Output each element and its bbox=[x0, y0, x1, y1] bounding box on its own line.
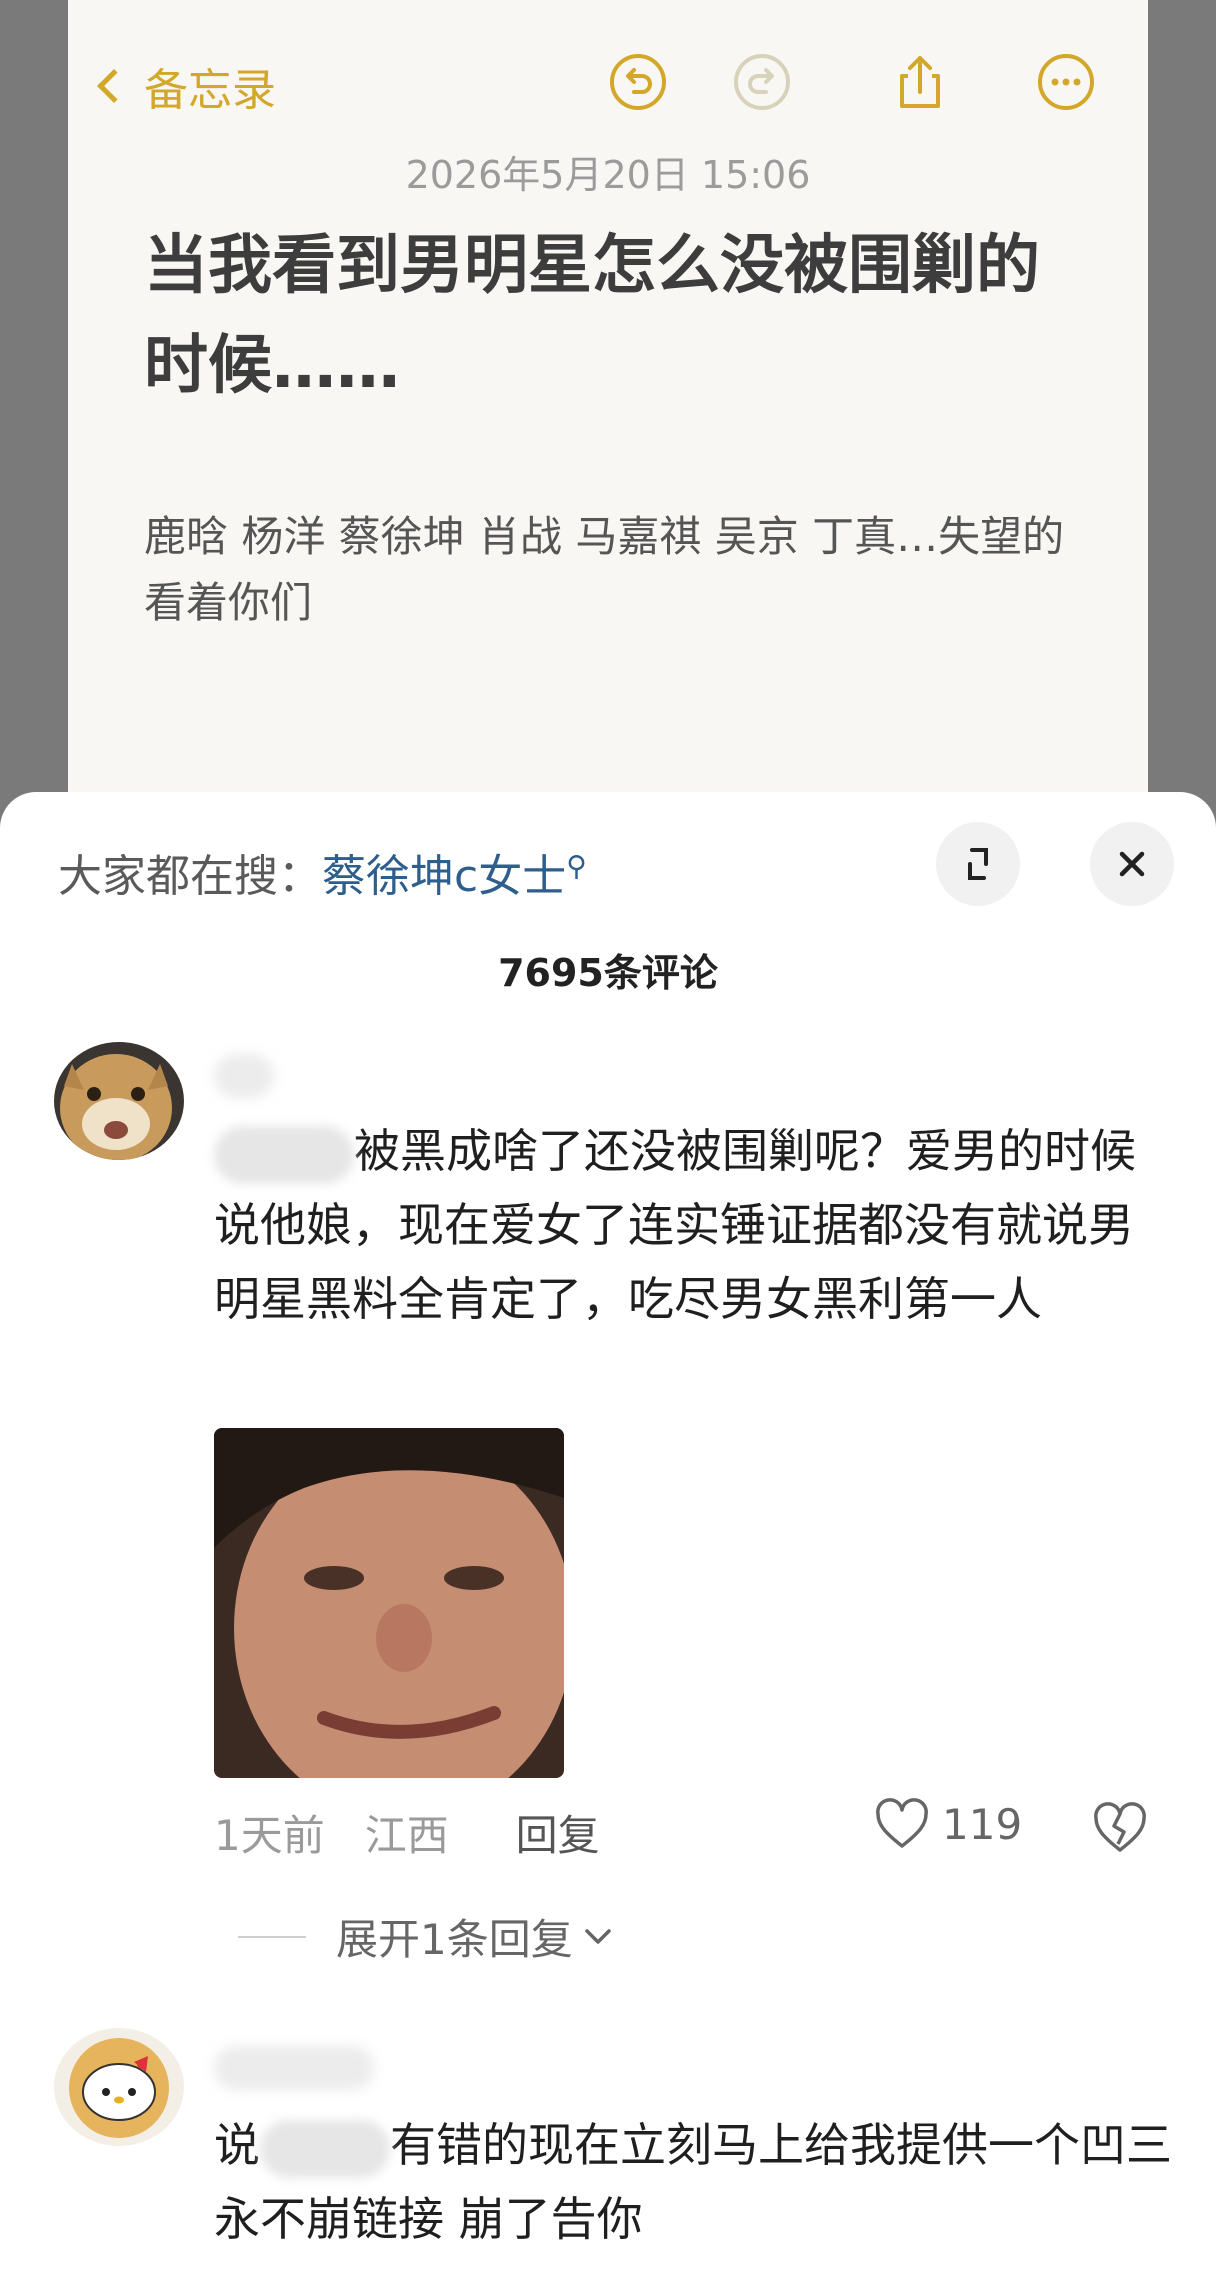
username-blurred[interactable] bbox=[214, 2046, 374, 2090]
chevron-left-icon bbox=[97, 69, 131, 103]
back-label: 备忘录 bbox=[144, 65, 276, 116]
comment-image[interactable] bbox=[214, 1428, 564, 1778]
avatar[interactable] bbox=[54, 2028, 184, 2146]
search-icon[interactable]: ⚲ bbox=[566, 849, 587, 882]
note-title: 当我看到男明星怎么没被围剿的时候…… bbox=[144, 229, 1040, 403]
comment-time: 1天前 bbox=[214, 1811, 325, 1860]
like-button[interactable]: 119 bbox=[874, 1798, 1022, 1850]
dislike-button[interactable] bbox=[1092, 1802, 1148, 1858]
hello-kitty-avatar-image bbox=[54, 2028, 184, 2146]
cat-avatar-image bbox=[54, 1042, 184, 1160]
more-icon[interactable] bbox=[1036, 52, 1096, 112]
like-count: 119 bbox=[942, 1799, 1023, 1849]
share-icon[interactable] bbox=[890, 52, 950, 112]
blurred-name bbox=[214, 1125, 354, 1184]
comment-text: 说有错的现在立刻马上给我提供一个凹三永不崩链接 崩了告你 bbox=[214, 2108, 1174, 2256]
expand-replies-button[interactable]: 展开1条回复 bbox=[238, 1906, 613, 1967]
expand-button[interactable] bbox=[936, 822, 1020, 906]
hot-search-keyword[interactable]: 蔡徐坤c女士 bbox=[322, 851, 566, 902]
close-icon bbox=[1119, 851, 1145, 877]
heart-icon bbox=[876, 1798, 928, 1848]
broken-heart-icon bbox=[1094, 1802, 1146, 1852]
expand-replies-label: 展开1条回复 bbox=[336, 1915, 573, 1964]
notes-screenshot: 备忘录 2026年5月20日 15:06 当我看到男明星怎么没被围剿的时候…… … bbox=[68, 0, 1148, 820]
redo-icon[interactable] bbox=[732, 52, 792, 112]
avatar[interactable] bbox=[54, 1042, 184, 1160]
reply-button[interactable]: 回复 bbox=[516, 1811, 600, 1860]
comment-body-prefix: 说 bbox=[214, 2118, 260, 2172]
chevron-down-icon bbox=[584, 1928, 611, 1944]
comment-meta: 1天前 江西 回复 bbox=[214, 1802, 600, 1863]
note-body: 鹿晗 杨洋 蔡徐坤 肖战 马嘉祺 吴京 丁真…失望的看着你们 bbox=[144, 512, 1065, 627]
notes-navbar: 备忘录 bbox=[68, 40, 1148, 120]
hot-search-prefix: 大家都在搜： bbox=[58, 851, 322, 902]
username-blurred[interactable] bbox=[214, 1054, 274, 1098]
comment-location: 江西 bbox=[364, 1811, 449, 1860]
face-photo-image bbox=[214, 1428, 564, 1778]
screen: 备忘录 2026年5月20日 15:06 当我看到男明星怎么没被围剿的时候…… … bbox=[0, 0, 1216, 2280]
comment-text: 被黑成啥了还没被围剿呢？爱男的时候说他娘，现在爱女了连实锤证据都没有就说男明星黑… bbox=[214, 1114, 1174, 1336]
close-button[interactable] bbox=[1090, 822, 1174, 906]
expand-icon bbox=[968, 848, 988, 880]
comments-sheet: 大家都在搜：蔡徐坤c女士⚲ 7695条评论 被黑成啥了还没被围剿呢？爱男的时候说… bbox=[0, 792, 1216, 2280]
divider-line bbox=[238, 1935, 306, 1938]
comment-count: 7695条评论 bbox=[498, 951, 718, 995]
note-date: 2026年5月20日 15:06 bbox=[405, 153, 811, 197]
hot-search-bar: 大家都在搜：蔡徐坤c女士⚲ bbox=[58, 840, 587, 904]
blurred-name bbox=[260, 2119, 390, 2178]
undo-icon[interactable] bbox=[608, 52, 668, 112]
back-button[interactable]: 备忘录 bbox=[90, 54, 276, 118]
